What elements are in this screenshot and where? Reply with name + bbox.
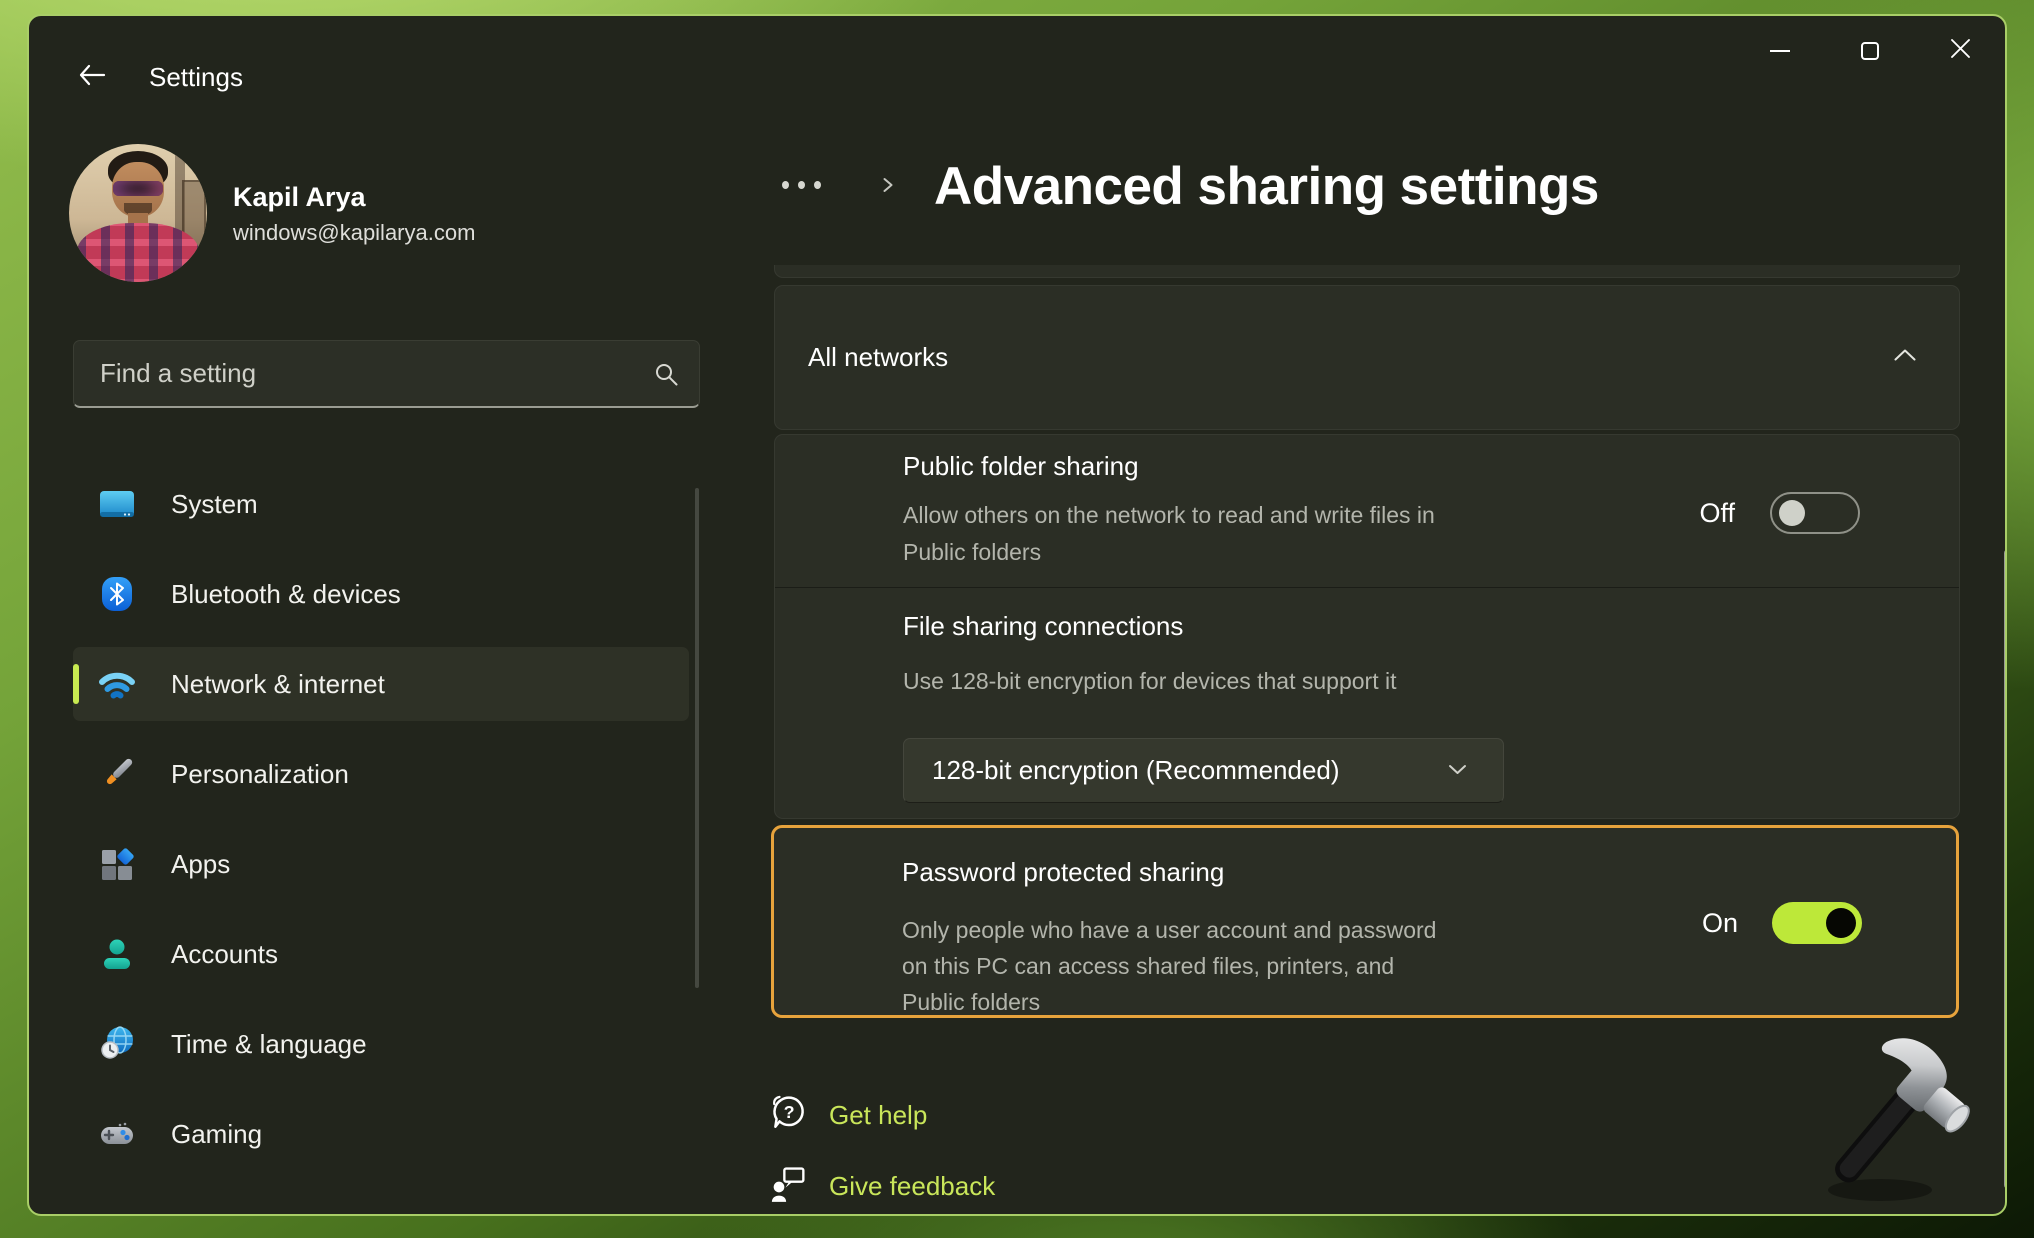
password-protected-sharing-title: Password protected sharing: [902, 857, 1224, 888]
encryption-dropdown[interactable]: 128-bit encryption (Recommended): [903, 738, 1504, 803]
toggle-knob: [1826, 908, 1856, 938]
sidebar-item-label: Network & internet: [171, 669, 385, 700]
file-sharing-connections-title: File sharing connections: [903, 611, 1183, 642]
gaming-icon: [99, 1116, 135, 1152]
apps-icon: [99, 846, 135, 882]
time-language-icon: [99, 1026, 135, 1062]
public-folder-sharing-title: Public folder sharing: [903, 451, 1139, 482]
search-input[interactable]: [100, 341, 640, 405]
public-folder-sharing-toggle[interactable]: [1770, 492, 1860, 534]
accounts-icon: [99, 936, 135, 972]
profile-email: windows@kapilarya.com: [233, 220, 475, 246]
public-folder-sharing-description: Allow others on the network to read and …: [903, 497, 1468, 571]
public-folder-sharing-toggle-label: Off: [1645, 498, 1735, 529]
app-title: Settings: [149, 62, 243, 93]
chevron-up-icon: [1893, 348, 1917, 367]
give-feedback-icon: [770, 1165, 807, 1208]
sidebar-item-network-internet[interactable]: Network & internet: [73, 647, 689, 721]
password-protected-sharing-description: Only people who have a user account and …: [902, 912, 1437, 1020]
sidebar-item-label: Time & language: [171, 1029, 367, 1060]
sidebar-item-label: Apps: [171, 849, 230, 880]
bluetooth-icon: [99, 576, 135, 612]
password-protected-sharing-toggle-label: On: [1648, 908, 1738, 939]
chevron-down-icon: [1448, 762, 1467, 780]
give-feedback-link[interactable]: Give feedback: [770, 1165, 995, 1208]
sidebar-item-system[interactable]: System: [73, 467, 689, 541]
all-networks-expander[interactable]: All networks: [774, 285, 1960, 430]
get-help-label: Get help: [829, 1100, 927, 1131]
password-protected-sharing-card: Password protected sharing Only people w…: [771, 825, 1959, 1018]
minimize-icon: [1770, 50, 1790, 52]
get-help-icon: ?: [770, 1093, 807, 1138]
personalization-icon: [99, 756, 135, 792]
settings-window: Settings Kapil Arya windows@kapilarya.co…: [27, 14, 2007, 1216]
section-title: All networks: [808, 342, 1893, 373]
search-box: [73, 340, 700, 408]
sidebar-item-accounts[interactable]: Accounts: [73, 917, 689, 991]
hammer-logo: [1818, 1038, 1978, 1216]
avatar: [69, 144, 207, 282]
user-profile[interactable]: Kapil Arya windows@kapilarya.com: [69, 144, 689, 286]
close-button[interactable]: [1915, 16, 2005, 86]
sidebar-item-gaming[interactable]: Gaming: [73, 1097, 689, 1171]
sharing-settings-card: Public folder sharing Allow others on th…: [774, 434, 1960, 819]
close-icon: [1950, 38, 1971, 64]
sidebar-scrollbar[interactable]: [695, 488, 699, 988]
file-sharing-connections-description: Use 128-bit encryption for devices that …: [903, 663, 1723, 700]
maximize-icon: [1861, 42, 1879, 60]
profile-name: Kapil Arya: [233, 182, 366, 213]
sidebar-item-label: Accounts: [171, 939, 278, 970]
sidebar-item-apps[interactable]: Apps: [73, 827, 689, 901]
row-divider: [775, 587, 1959, 588]
encryption-dropdown-value: 128-bit encryption (Recommended): [932, 755, 1448, 786]
sidebar-item-bluetooth-devices[interactable]: Bluetooth & devices: [73, 557, 689, 631]
search-icon[interactable]: [654, 362, 679, 392]
sidebar-item-label: System: [171, 489, 258, 520]
toggle-knob: [1779, 500, 1805, 526]
sidebar-item-label: Gaming: [171, 1119, 262, 1150]
maximize-button[interactable]: [1825, 16, 1915, 86]
give-feedback-label: Give feedback: [829, 1171, 995, 1202]
password-protected-sharing-toggle[interactable]: [1772, 902, 1862, 944]
system-icon: [99, 486, 135, 522]
breadcrumb-ellipsis-button[interactable]: [778, 177, 825, 193]
window-controls: [1735, 16, 2005, 86]
previous-card-sliver: [774, 265, 1960, 278]
chevron-right-icon: [881, 171, 895, 204]
get-help-link[interactable]: ? Get help: [770, 1093, 927, 1138]
sidebar-item-time-language[interactable]: Time & language: [73, 1007, 689, 1081]
wifi-icon: [99, 666, 135, 702]
desktop-wallpaper: Settings Kapil Arya windows@kapilarya.co…: [0, 0, 2034, 1238]
back-button[interactable]: [71, 56, 113, 96]
back-arrow-icon: [78, 64, 106, 89]
svg-text:?: ?: [784, 1102, 795, 1122]
main-scrollbar[interactable]: [2004, 549, 2007, 1189]
minimize-button[interactable]: [1735, 16, 1825, 86]
sidebar-item-label: Personalization: [171, 759, 349, 790]
page-title: Advanced sharing settings: [934, 156, 1599, 217]
sidebar-nav: System Bluetooth & devices Network & int…: [73, 467, 689, 1171]
sidebar-item-label: Bluetooth & devices: [171, 579, 401, 610]
sidebar-item-personalization[interactable]: Personalization: [73, 737, 689, 811]
